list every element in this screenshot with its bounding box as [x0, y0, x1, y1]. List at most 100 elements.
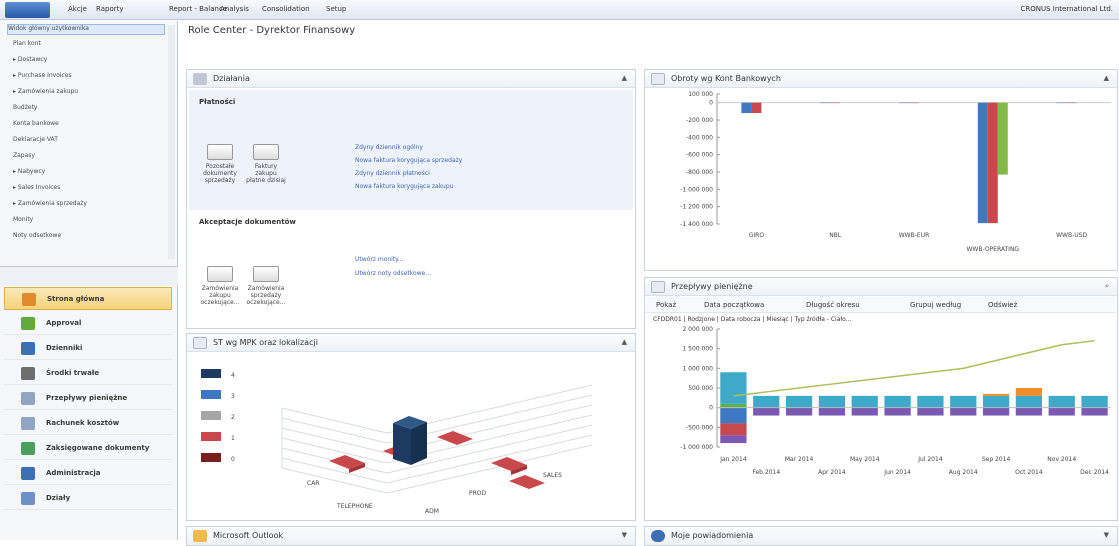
nav-tree-item[interactable]: ▸ Purchase Invoices	[13, 72, 72, 79]
toolbar-show[interactable]: Pokaż	[656, 301, 676, 309]
legend-swatch	[201, 453, 221, 462]
fixed-assets-panel-header[interactable]: ST wg MPK oraz lokalizacji ▲	[187, 334, 635, 352]
bar-segment	[819, 396, 845, 408]
tile-pending-sales-orders[interactable]: Zamówienia sprzedaży oczekujące...	[245, 266, 287, 306]
cash-flow-panel: Przepływy pieniężne ⌕ Pokaż Data początk…	[644, 277, 1118, 521]
y-tick-label: 100 000	[688, 91, 713, 98]
bar-segment	[950, 396, 976, 408]
nav-button[interactable]: Działy	[4, 487, 172, 510]
nav-tree-item[interactable]: ▸ Sales Invoices	[13, 184, 60, 191]
nav-button[interactable]: Zaksięgowane dokumenty	[4, 437, 172, 460]
tile-other-sales-docs[interactable]: Pozostałe dokumenty sprzedaży	[199, 144, 241, 184]
bar-segment	[720, 435, 746, 443]
link-create-finance-charge-memos[interactable]: Utwórz noty odsetkowe...	[355, 270, 431, 277]
nav-tree-item[interactable]: Plan kont	[13, 40, 41, 47]
nav-tree-item-label: Budżety	[13, 104, 37, 111]
nav-button[interactable]: Strona główna	[4, 287, 172, 310]
nav-tree-item[interactable]: ▸ Nabywcy	[13, 168, 45, 175]
link-general-journal[interactable]: Zdyny dziennik ogólny	[355, 144, 423, 151]
toolbar-period-length[interactable]: Długość okresu	[806, 301, 860, 309]
payments-section-title: Płatności	[199, 98, 235, 106]
nav-button[interactable]: Środki trwałe	[4, 362, 172, 385]
x-tick-label: Dec 2014	[1080, 469, 1109, 476]
menu-akcje[interactable]: Akcje	[68, 5, 87, 13]
menu-setup[interactable]: Setup	[326, 5, 346, 13]
messages-panel-title: Moje powiadomienia	[671, 531, 753, 540]
nav-button[interactable]: Przepływy pieniężne	[4, 387, 172, 410]
x-tick-label: Oct 2014	[1015, 469, 1043, 476]
bar-segment	[950, 408, 976, 416]
x-tick-label: Nov 2014	[1047, 456, 1076, 463]
tile-pending-purchase-orders[interactable]: Zamówienia zakupu oczekujące...	[199, 266, 241, 306]
nav-tree-item[interactable]: ▸ Dostawcy	[13, 56, 47, 63]
toolbar-start-date[interactable]: Data początkowa	[704, 301, 764, 309]
nav-button[interactable]: Dzienniki	[4, 337, 172, 360]
nav-tree-item-label: Zamówienia sprzedaży	[18, 200, 87, 207]
nav-tree-item-label: Nabywcy	[18, 168, 45, 175]
legend-swatch	[201, 390, 221, 399]
journals-icon	[21, 342, 35, 355]
menu-raporty[interactable]: Raporty	[96, 5, 124, 13]
axis-label-car: CAR	[307, 480, 319, 487]
nav-tree-item-label: Zapasy	[13, 152, 35, 159]
x-tick-label: NBL	[829, 232, 842, 239]
bar	[751, 103, 761, 113]
info-icon	[651, 530, 665, 542]
legend-label: 3	[231, 393, 235, 400]
bank-panel-header[interactable]: Obroty wg Kont Bankowych ▲	[645, 70, 1117, 88]
link-new-purchase-credit-memo[interactable]: Nowa faktura korygująca zakupu	[355, 183, 453, 190]
cash-flow-chart: 2 000 0001 500 0001 000 000500 0000-500 …	[645, 325, 1117, 521]
nav-button[interactable]: Administracja	[4, 462, 172, 485]
fixed-assets-chart-panel: ST wg MPK oraz lokalizacji ▲ 43210	[186, 333, 636, 521]
navigation-splitter[interactable]	[0, 266, 178, 285]
y-tick-label: -1 200 000	[680, 204, 713, 211]
tree-scrollbar[interactable]	[168, 25, 175, 259]
y-tick-label: 0	[709, 405, 713, 412]
collapse-arrow-icon[interactable]: ▲	[622, 74, 627, 82]
nav-tree-item[interactable]: ▸ Zamówienia zakupu	[13, 88, 78, 95]
toolbar-refresh[interactable]: Odśwież	[988, 301, 1017, 309]
bar-telephone-side	[411, 422, 427, 465]
link-new-sales-credit-memo[interactable]: Nowa faktura korygująca sprzedaży	[355, 157, 462, 164]
tile-label: Faktury zakupu płatne dzisiaj	[246, 163, 286, 184]
nav-tree-item[interactable]: ▸ Zamówienia sprzedaży	[13, 200, 87, 207]
zoom-icon[interactable]: ⌕	[1105, 282, 1109, 291]
link-payment-journal[interactable]: Zdyny dziennik płatności	[355, 170, 430, 177]
tile-label: Zamówienia zakupu oczekujące...	[201, 285, 240, 306]
bar	[741, 103, 751, 113]
collapse-arrow-icon[interactable]: ▲	[1104, 74, 1109, 82]
nav-tree-item[interactable]: Widok główny użytkownika	[7, 24, 165, 35]
x-tick-label: Jun 2014	[883, 469, 911, 476]
bar-segment	[1016, 388, 1042, 396]
cash-flow-panel-header[interactable]: Przepływy pieniężne ⌕	[645, 278, 1117, 296]
actions-panel-header[interactable]: Działania ▲	[187, 70, 635, 88]
nav-tree-item[interactable]: Noty odsetkowe	[13, 232, 61, 239]
expand-arrow-icon[interactable]: ▼	[622, 531, 627, 539]
nav-button[interactable]: Approval	[4, 312, 172, 335]
menu-consolidation[interactable]: Consolidation	[262, 5, 310, 13]
link-create-reminders[interactable]: Utwórz monity...	[355, 256, 404, 263]
messages-panel-header[interactable]: Moje powiadomienia ▼	[645, 527, 1117, 545]
outlook-panel-header[interactable]: Microsoft Outlook ▼	[187, 527, 635, 545]
nav-button[interactable]: Rachunek kosztów	[4, 412, 172, 435]
outlook-icon	[193, 530, 207, 542]
nav-tree-item[interactable]: Monity	[13, 216, 33, 223]
nav-tree-item[interactable]: Budżety	[13, 104, 37, 111]
nav-tree-item[interactable]: Zapasy	[13, 152, 35, 159]
menu-report-balance[interactable]: Report - Balance	[169, 5, 227, 13]
tile-purchase-invoices-due[interactable]: Faktury zakupu płatne dzisiaj	[245, 144, 287, 184]
x-tick-label: WWB-EUR	[899, 232, 930, 239]
nav-tree-item[interactable]: Konta bankowe	[13, 120, 59, 127]
y-tick-label: 1 000 000	[682, 365, 713, 372]
nav-tree-item-label: Noty odsetkowe	[13, 232, 61, 239]
dynamics-logo-button[interactable]	[5, 2, 50, 18]
nav-button-label: Przepływy pieniężne	[46, 394, 127, 402]
collapse-arrow-icon[interactable]: ▲	[622, 338, 627, 346]
menu-analysis[interactable]: Analysis	[220, 5, 249, 13]
expand-arrow-icon[interactable]: ▼	[1104, 531, 1109, 539]
nav-tree-item[interactable]: Deklaracje VAT	[13, 136, 58, 143]
bar-telephone-front	[393, 423, 411, 465]
y-tick-label: -1 000 000	[680, 186, 713, 193]
toolbar-group-by[interactable]: Grupuj według	[910, 301, 961, 309]
bar-segment	[1081, 396, 1107, 408]
